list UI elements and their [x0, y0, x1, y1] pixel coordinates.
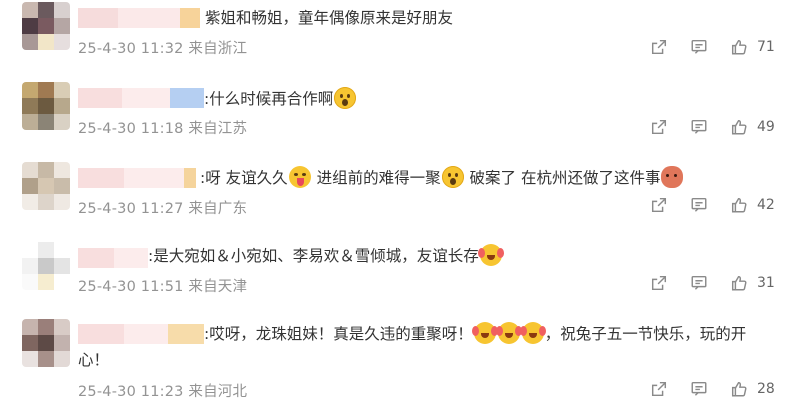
comment-item: :呀 友谊久久 进组前的难得一聚 破案了 在杭州还做了这件事 25-4-30 1…: [0, 160, 791, 240]
comment-timestamp: 25-4-30 11:23: [78, 384, 184, 400]
username-blurred[interactable]: [78, 248, 148, 268]
thumbs-up-icon[interactable]: [727, 115, 751, 139]
comment-icon[interactable]: [687, 193, 711, 217]
share-icon[interactable]: [647, 271, 671, 295]
comment-actions: 71: [631, 35, 779, 59]
comment-item: 紫姐和畅姐，童年偶像原来是好朋友 25-4-30 11:32 来自浙江 71: [0, 0, 791, 80]
comment-meta: 25-4-30 11:27 来自广东: [78, 197, 247, 218]
like-count: 28: [757, 381, 775, 397]
thumbs-up-icon[interactable]: [727, 271, 751, 295]
comment-meta: 25-4-30 11:32 来自浙江: [78, 37, 247, 58]
comment-location: 来自天津: [188, 279, 248, 295]
comment-actions: 49: [631, 115, 779, 139]
comment-actions: 31: [631, 271, 779, 295]
thumbs-up-icon[interactable]: [727, 377, 751, 401]
comment-timestamp: 25-4-30 11:51: [78, 279, 184, 295]
comment-text: :什么时候再合作啊: [204, 86, 771, 112]
comment-location: 来自河北: [188, 384, 248, 400]
comment-text: :呀 友谊久久 进组前的难得一聚 破案了 在杭州还做了这件事: [200, 165, 771, 191]
shocked-face-emoji-icon: [334, 87, 357, 109]
shocked-face-emoji-icon: [441, 166, 464, 188]
comment-icon[interactable]: [687, 271, 711, 295]
share-icon[interactable]: [647, 115, 671, 139]
username-blurred[interactable]: [78, 88, 204, 108]
comment-meta: 25-4-30 11:51 来自天津: [78, 275, 247, 296]
cheering-face-emoji-icon: [495, 322, 520, 344]
avatar[interactable]: [22, 242, 70, 290]
comment-text: :哎呀，龙珠姐妹！真是久违的重聚呀！ ，祝兔子五一节快乐，玩的开心！: [78, 321, 771, 373]
share-icon[interactable]: [647, 193, 671, 217]
username-blurred[interactable]: [78, 8, 200, 28]
brick-emoji-icon: [661, 166, 684, 188]
avatar[interactable]: [22, 319, 70, 367]
comment-meta: 25-4-30 11:23 来自河北: [78, 380, 247, 401]
username-blurred[interactable]: [78, 168, 196, 188]
comment-location: 来自广东: [188, 201, 248, 217]
comment-actions: 28: [631, 377, 779, 401]
comment-icon[interactable]: [687, 377, 711, 401]
comment-item: :是大宛如＆小宛如、李易欢＆雪倾城，友谊长存 25-4-30 11:51 来自天…: [0, 240, 791, 316]
comment-text: :是大宛如＆小宛如、李易欢＆雪倾城，友谊长存: [148, 243, 771, 269]
thumbs-up-icon[interactable]: [727, 35, 751, 59]
avatar[interactable]: [22, 162, 70, 210]
like-count: 31: [757, 275, 775, 291]
like-count: 49: [757, 119, 775, 135]
avatar[interactable]: [22, 82, 70, 130]
comment-timestamp: 25-4-30 11:32: [78, 41, 184, 57]
share-icon[interactable]: [647, 35, 671, 59]
comment-item: :哎呀，龙珠姐妹！真是久违的重聚呀！ ，祝兔子五一节快乐，玩的开心！ 25-4-3…: [0, 316, 791, 407]
comment-timestamp: 25-4-30 11:27: [78, 201, 184, 217]
cheering-face-emoji-icon: [471, 322, 496, 344]
cheering-face-emoji-icon: [477, 244, 502, 266]
cheering-face-emoji-icon: [519, 322, 544, 344]
comment-text: 紫姐和畅姐，童年偶像原来是好朋友: [205, 9, 454, 27]
comment-icon[interactable]: [687, 35, 711, 59]
share-icon[interactable]: [647, 377, 671, 401]
like-count: 71: [757, 39, 775, 55]
like-count: 42: [757, 197, 775, 213]
comment-item: :什么时候再合作啊 25-4-30 11:18 来自江苏 49: [0, 80, 791, 160]
avatar[interactable]: [22, 2, 70, 50]
thumbs-up-icon[interactable]: [727, 193, 751, 217]
comment-actions: 42: [631, 193, 779, 217]
comment-location: 来自江苏: [188, 121, 248, 137]
comment-icon[interactable]: [687, 115, 711, 139]
comment-location: 来自浙江: [188, 41, 248, 57]
comment-timestamp: 25-4-30 11:18: [78, 121, 184, 137]
comment-meta: 25-4-30 11:18 来自江苏: [78, 117, 247, 138]
tongue-face-emoji-icon: [288, 166, 311, 188]
